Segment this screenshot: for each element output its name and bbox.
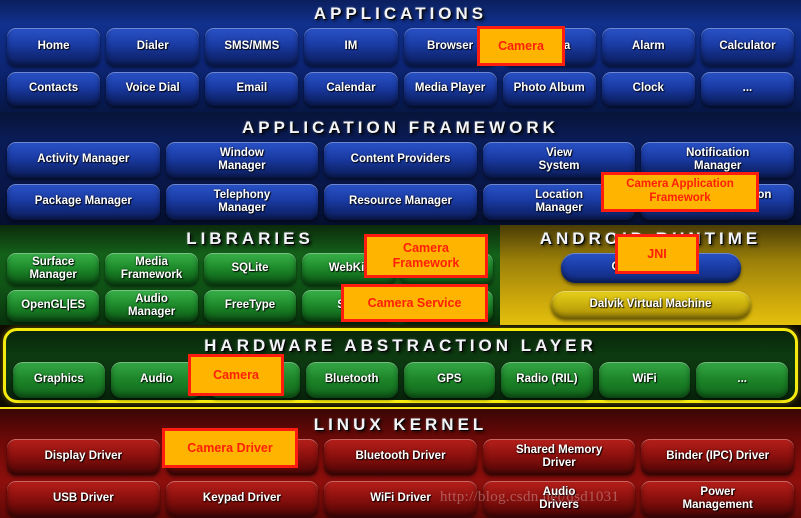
kernel-item-2[interactable]: Bluetooth Driver bbox=[324, 439, 477, 475]
framework-item-1[interactable]: Window Manager bbox=[165, 142, 319, 178]
hal-item-7[interactable]: ... bbox=[696, 362, 788, 398]
hal-item-5[interactable]: Radio (RIL) bbox=[501, 362, 593, 398]
kernel-item-4[interactable]: Binder (IPC) Driver bbox=[641, 439, 794, 475]
hal-item-6[interactable]: WiFi bbox=[598, 362, 691, 398]
highlight-camera-service[interactable]: Camera Service bbox=[341, 284, 488, 322]
kernel-row-1: Display DriverCamera DriverBluetooth Dri… bbox=[0, 439, 801, 475]
app-item-0[interactable]: Home bbox=[7, 28, 101, 66]
framework-item-r2-2[interactable]: Resource Manager bbox=[324, 184, 477, 220]
layer-hardware-abstraction: Hardware Abstraction Layer Graphics Audio… bbox=[0, 325, 801, 407]
library-item-r2-0[interactable]: OpenGL|ES bbox=[6, 290, 100, 322]
layer-title-applications: Applications bbox=[313, 4, 488, 23]
app-item-r2-5[interactable]: Photo Album bbox=[502, 72, 596, 106]
kernel-item-0[interactable]: Display Driver bbox=[7, 439, 160, 475]
app-item-3[interactable]: IM bbox=[304, 28, 398, 66]
runtime-row-dalvik: Dalvik Virtual Machine bbox=[500, 291, 801, 319]
kernel-item-r2-1[interactable]: Keypad Driver bbox=[165, 481, 319, 517]
hal-item-0[interactable]: Graphics bbox=[13, 362, 105, 398]
hal-item-3[interactable]: Bluetooth bbox=[305, 362, 398, 398]
kernel-item-3[interactable]: Shared Memory Driver bbox=[482, 439, 636, 475]
kernel-item-r2-3[interactable]: Audio Drivers bbox=[482, 481, 636, 517]
kernel-item-r2-0[interactable]: USB Driver bbox=[7, 481, 160, 517]
highlight-hal-camera[interactable]: Camera bbox=[188, 354, 284, 396]
applications-row-2: Contacts Voice Dial Email Calendar Media Pla… bbox=[0, 72, 801, 106]
app-item-r2-3[interactable]: Calendar bbox=[304, 72, 398, 106]
framework-item-2[interactable]: Content Providers bbox=[324, 142, 477, 178]
library-item-2[interactable]: SQLite bbox=[203, 253, 297, 285]
app-item-r2-7[interactable]: ... bbox=[700, 72, 794, 106]
layer-title-application-framework: Application Framework bbox=[242, 118, 559, 137]
framework-item-r2-0[interactable]: Package Manager bbox=[7, 184, 160, 220]
runtime-dalvik-virtual-machine[interactable]: Dalvik Virtual Machine bbox=[550, 291, 751, 319]
applications-row-1: HomeDialerSMS/MMSIMBrowserCameraAlarmCal… bbox=[0, 28, 801, 66]
android-architecture-diagram: Applications HomeDialerSMS/MMSIMBrowserC… bbox=[0, 0, 801, 518]
framework-item-0[interactable]: Activity Manager bbox=[7, 142, 160, 178]
app-item-r2-0[interactable]: Contacts bbox=[7, 72, 101, 106]
highlight-camera-app[interactable]: Camera bbox=[477, 26, 565, 66]
layer-applications: Applications HomeDialerSMS/MMSIMBrowserC… bbox=[0, 0, 801, 114]
framework-item-r2-1[interactable]: Telephony Manager bbox=[165, 184, 319, 220]
kernel-item-r2-2[interactable]: WiFi Driver bbox=[324, 481, 477, 517]
hal-box: Hardware Abstraction Layer Graphics Audio… bbox=[3, 328, 798, 403]
app-item-7[interactable]: Calculator bbox=[700, 28, 794, 66]
hal-row: GraphicsAudioCameraBluetoothGPSRadio (RI… bbox=[6, 362, 795, 398]
hal-item-4[interactable]: GPS bbox=[403, 362, 496, 398]
kernel-item-r2-4[interactable]: Power Management bbox=[641, 481, 794, 517]
app-item-r2-1[interactable]: Voice Dial bbox=[106, 72, 200, 106]
app-item-r2-6[interactable]: Clock bbox=[601, 72, 695, 106]
app-item-2[interactable]: SMS/MMS bbox=[205, 28, 299, 66]
highlight-camera-application-framework[interactable]: Camera Application Framework bbox=[601, 172, 759, 212]
library-item-r2-2[interactable]: FreeType bbox=[203, 290, 297, 322]
highlight-camera-driver[interactable]: Camera Driver bbox=[162, 428, 298, 468]
library-item-0[interactable]: Surface Manager bbox=[6, 253, 100, 285]
layer-title-hal: Hardware Abstraction Layer bbox=[204, 336, 597, 355]
app-item-6[interactable]: Alarm bbox=[601, 28, 695, 66]
layer-linux-kernel: Linux Kernel Display DriverCamera Driver… bbox=[0, 407, 801, 518]
library-item-r2-1[interactable]: Audio Manager bbox=[105, 290, 198, 322]
app-item-r2-2[interactable]: Email bbox=[205, 72, 299, 106]
app-item-r2-4[interactable]: Media Player bbox=[403, 72, 497, 106]
app-item-1[interactable]: Dialer bbox=[106, 28, 200, 66]
highlight-camera-framework[interactable]: Camera Framework bbox=[364, 234, 488, 278]
kernel-row-2: USB Driver Keypad Driver WiFi Driver Audio D… bbox=[0, 481, 801, 517]
layer-title-linux-kernel: Linux Kernel bbox=[313, 415, 488, 434]
library-item-1[interactable]: Media Framework bbox=[105, 253, 198, 285]
highlight-jni[interactable]: JNI bbox=[615, 234, 699, 274]
